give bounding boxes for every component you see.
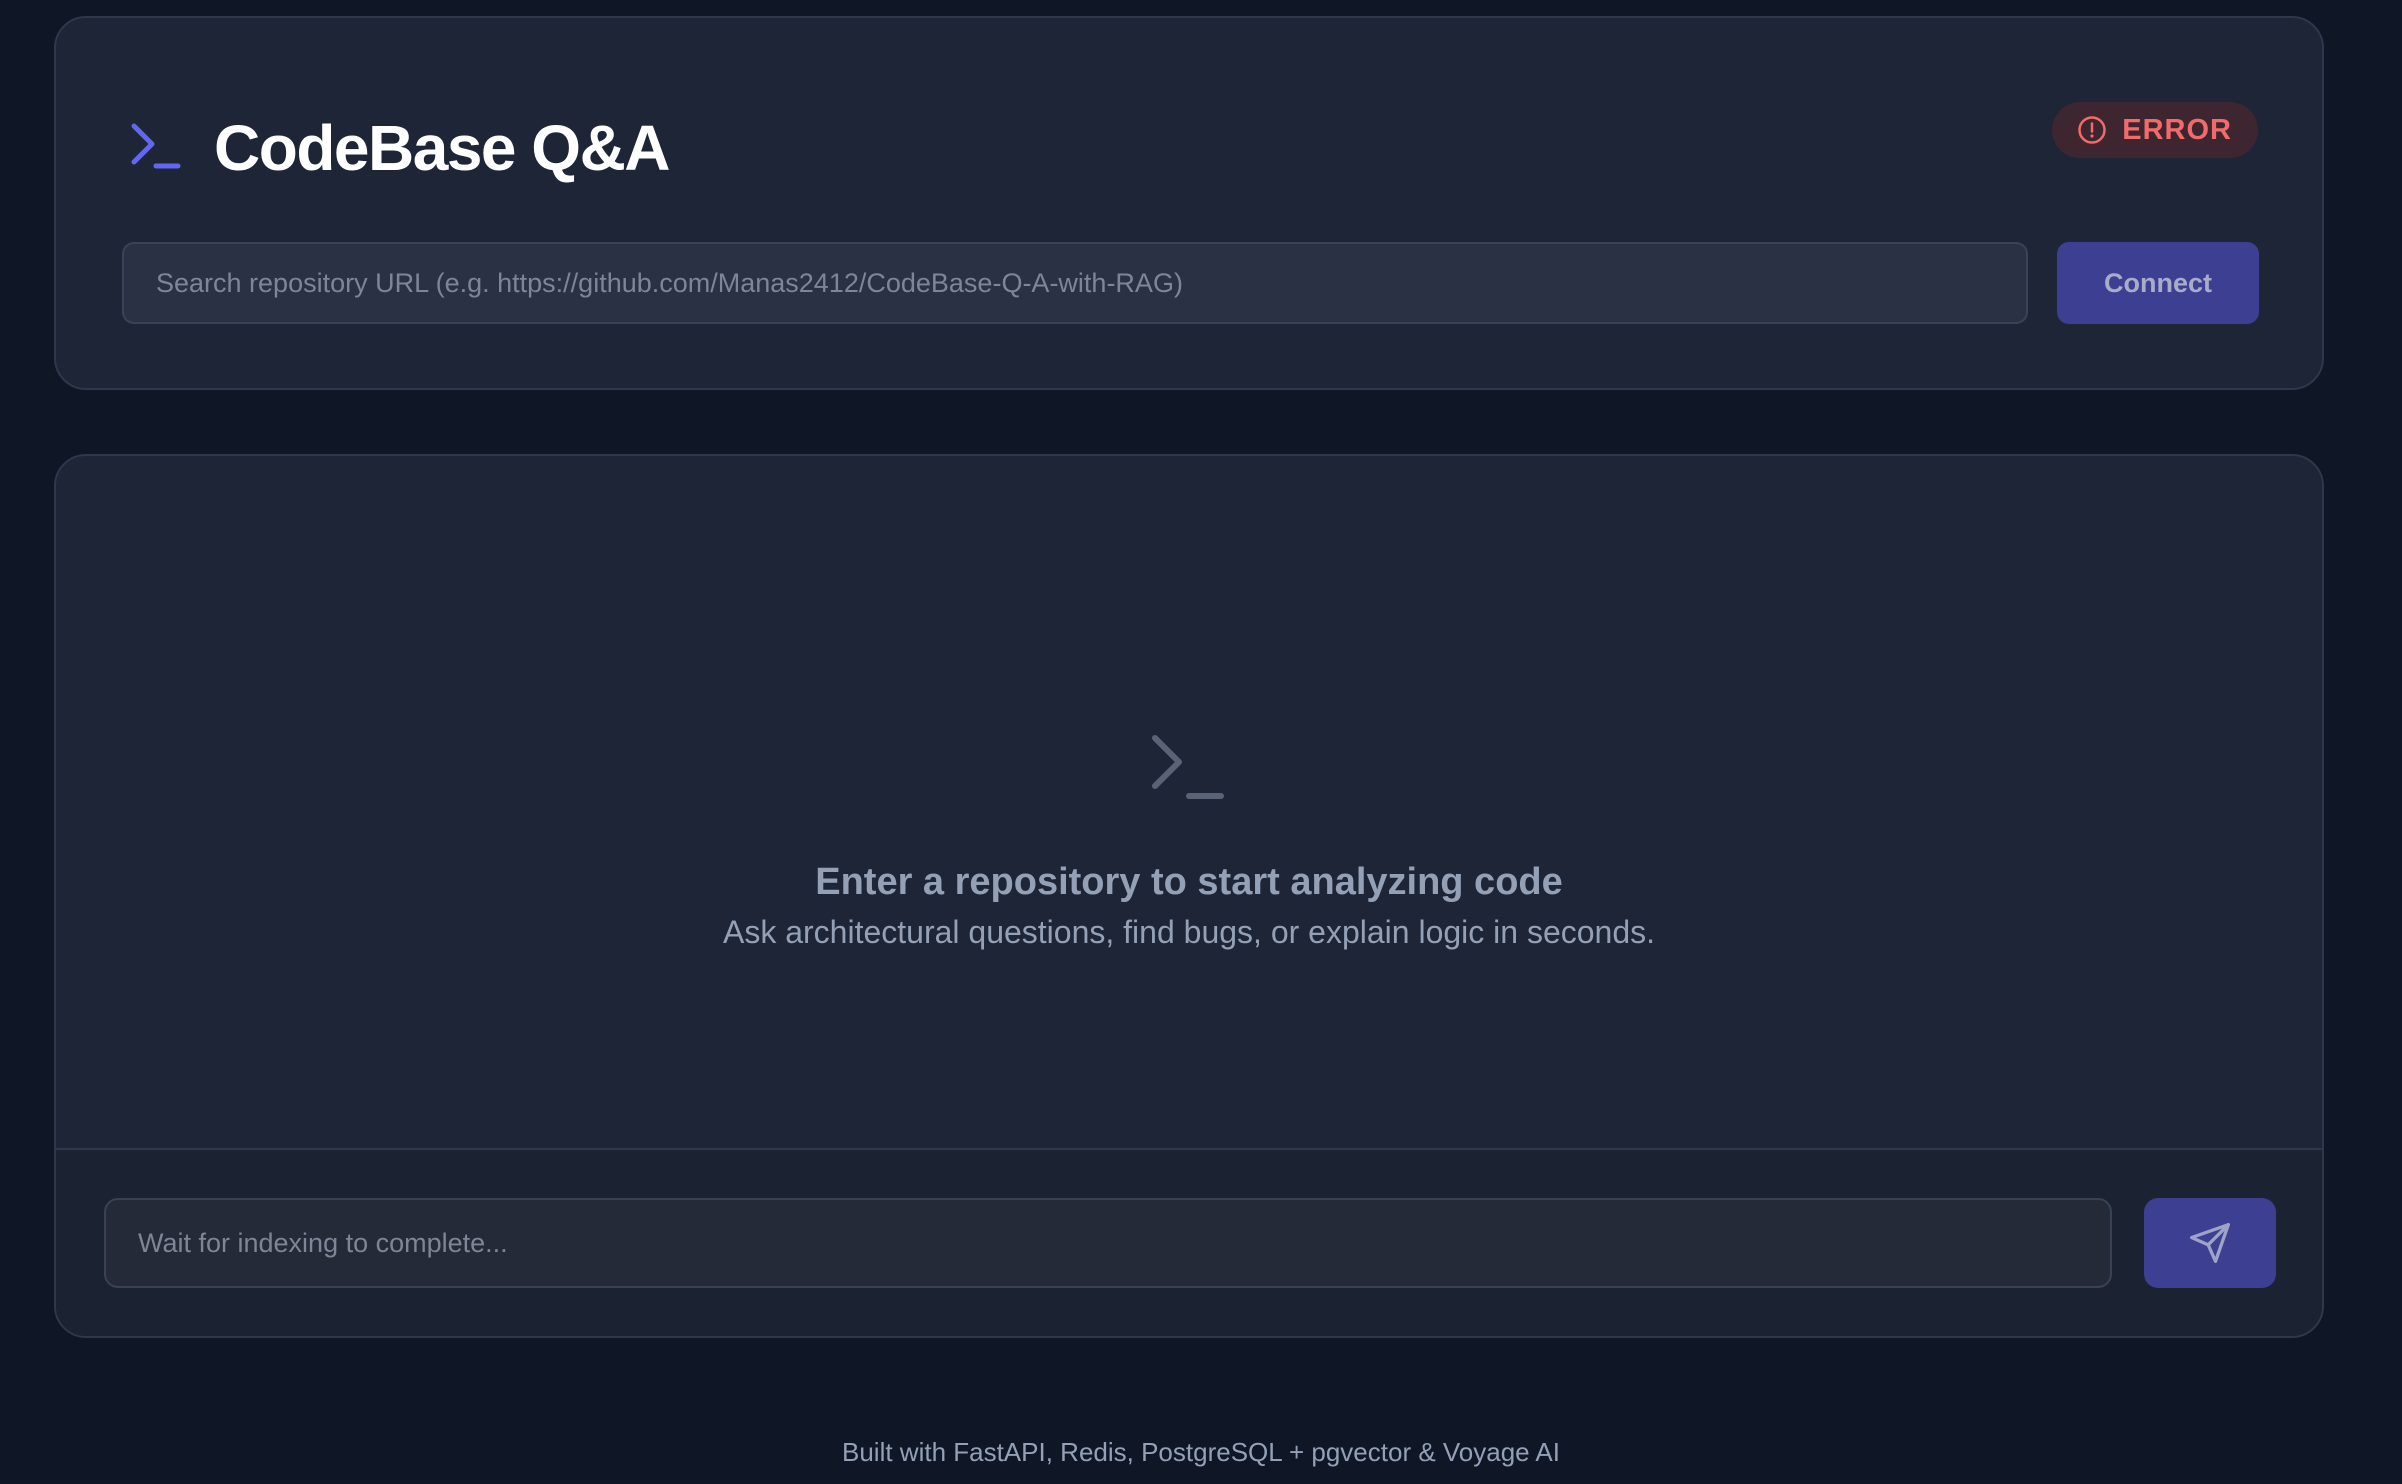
empty-state-subtitle: Ask architectural questions, find bugs, … xyxy=(722,914,1656,950)
send-icon xyxy=(2190,1223,2230,1263)
terminal-prompt-icon xyxy=(131,123,181,169)
header-card: CodeBase Q&A ERROR Connect xyxy=(54,16,2324,390)
brand: CodeBase Q&A xyxy=(126,102,671,194)
terminal-prompt-icon xyxy=(1152,735,1224,799)
alert-circle-icon xyxy=(2078,116,2107,144)
empty-state-title: Enter a repository to start analyzing co… xyxy=(815,861,1563,903)
footer-credits: Built with FastAPI, Redis, PostgreSQL + … xyxy=(841,1437,1560,1467)
status-badge: ERROR xyxy=(2052,102,2258,158)
chat-card: Enter a repository to start analyzing co… xyxy=(54,454,2324,1338)
app-title: CodeBase Q&A xyxy=(214,112,671,184)
message-input[interactable] xyxy=(104,1198,2112,1288)
repository-url-input[interactable] xyxy=(122,242,2028,324)
message-composer xyxy=(56,1148,2322,1336)
status-label: ERROR xyxy=(2122,113,2232,146)
empty-state: Enter a repository to start analyzing co… xyxy=(56,732,2322,954)
connect-button[interactable]: Connect xyxy=(2057,242,2259,324)
send-button[interactable] xyxy=(2144,1198,2276,1288)
app-page: CodeBase Q&A ERROR Connect Enter a repos… xyxy=(0,0,2402,1484)
